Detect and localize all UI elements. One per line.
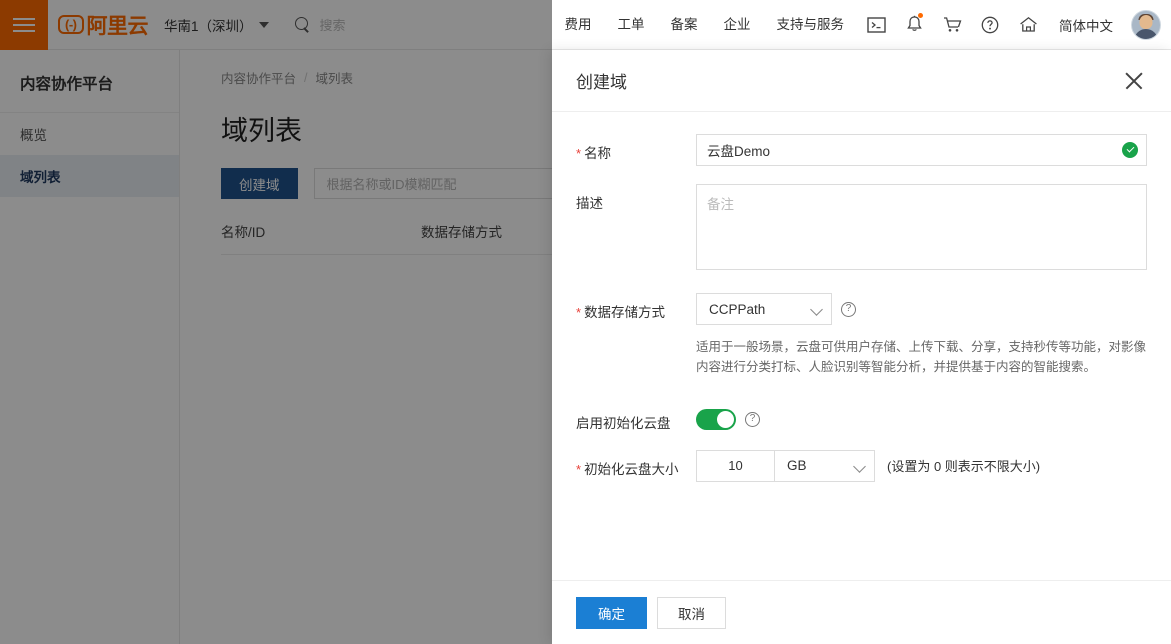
required-asterisk: * [576,146,582,161]
init-disk-size-input[interactable] [696,449,775,482]
check-circle-icon [1122,142,1138,158]
required-asterisk: * [576,461,582,477]
init-disk-unit-select[interactable]: GB [775,449,875,482]
nav-item-fees[interactable]: 费用 [552,0,605,50]
help-question-icon[interactable]: ? [841,301,856,317]
required-asterisk: * [576,305,582,320]
form-row-storage: * 数据存储方式 CCPPath ? 适用于一般场景，云盘可供用户存储、上传下载、… [576,293,1147,378]
notification-badge-dot [918,12,923,18]
console-terminal-icon[interactable] [857,0,895,50]
toggle-knob [717,410,734,428]
label-name: * 名称 [576,134,696,162]
shopping-cart-icon[interactable] [933,0,971,50]
label-name-text: 名称 [584,146,612,161]
field-enable-init-disk: ? [696,404,1147,430]
modal-overlay[interactable] [0,0,552,644]
storage-select-wrap: CCPPath [696,293,832,325]
avatar-body [1134,28,1158,39]
dialog-header: 创建域 [552,50,1171,112]
name-input[interactable] [696,134,1147,166]
notification-bell-icon[interactable] [895,0,933,50]
dialog-body: *名称 描述 *数据存储方式 [552,112,1171,580]
label-init-disk-size: * 初始化云盘大小 [576,450,696,478]
dialog-title: 创建域 [576,73,627,92]
storage-hint-text: 适用于一般场景，云盘可供用户存储、上传下载、分享，支持秒传等功能，对影像内容进行… [696,340,1147,375]
app-root: 内容协作平台 概览 域列表 内容协作平台 / 域列表 域列表 创建域 根据名称或… [0,0,1171,644]
description-textarea[interactable] [696,184,1147,270]
field-description [696,184,1147,275]
nav-item-support[interactable]: 支持与服务 [764,0,858,50]
form-row-enable-init-disk: 启用初始化云盘 ? [576,404,1147,432]
label-storage-text: 数据存储方式 [584,305,666,320]
form-row-init-disk-size: *初始化云盘大小 GB (设置为 0 则表示不限大小) [576,449,1147,482]
language-selector[interactable]: 简体中文 [1047,15,1125,35]
avatar-head [1139,14,1153,29]
help-question-icon[interactable] [971,0,1009,50]
field-init-disk-size: GB (设置为 0 则表示不限大小) [696,449,1147,482]
nav-item-enterprise[interactable]: 企业 [711,0,764,50]
init-disk-size-note: (设置为 0 则表示不限大小) [887,459,1041,474]
nav-item-tickets[interactable]: 工单 [605,0,658,50]
label-enable-init-disk: 启用初始化云盘 [576,415,671,431]
form-row-description: 描述 [576,184,1147,275]
create-domain-dialog: 创建域 *名称 描述 [552,50,1171,644]
storage-type-select[interactable]: CCPPath [696,293,832,325]
top-nav-right: 费用 工单 备案 企业 支持与服务 简体中文 [552,0,1171,50]
confirm-button[interactable]: 确定 [576,596,647,629]
field-name [696,134,1147,166]
help-question-icon[interactable]: ? [745,411,760,427]
dialog-footer: 确定 取消 [552,580,1171,644]
home-icon[interactable] [1009,0,1047,50]
enable-init-disk-toggle[interactable] [696,408,736,430]
field-storage: CCPPath ? 适用于一般场景，云盘可供用户存储、上传下载、分享，支持秒传等… [696,293,1147,378]
label-storage: * 数据存储方式 [576,293,696,321]
close-x-icon[interactable] [1121,68,1147,94]
form-row-name: * 名称 [576,134,1147,166]
label-description: 描述 [576,196,603,211]
nav-item-icp[interactable]: 备案 [658,0,711,50]
unit-select-wrap: GB [775,449,875,482]
cancel-button[interactable]: 取消 [657,596,726,629]
label-init-disk-size-text: 初始化云盘大小 [584,461,679,477]
avatar[interactable] [1131,9,1161,40]
